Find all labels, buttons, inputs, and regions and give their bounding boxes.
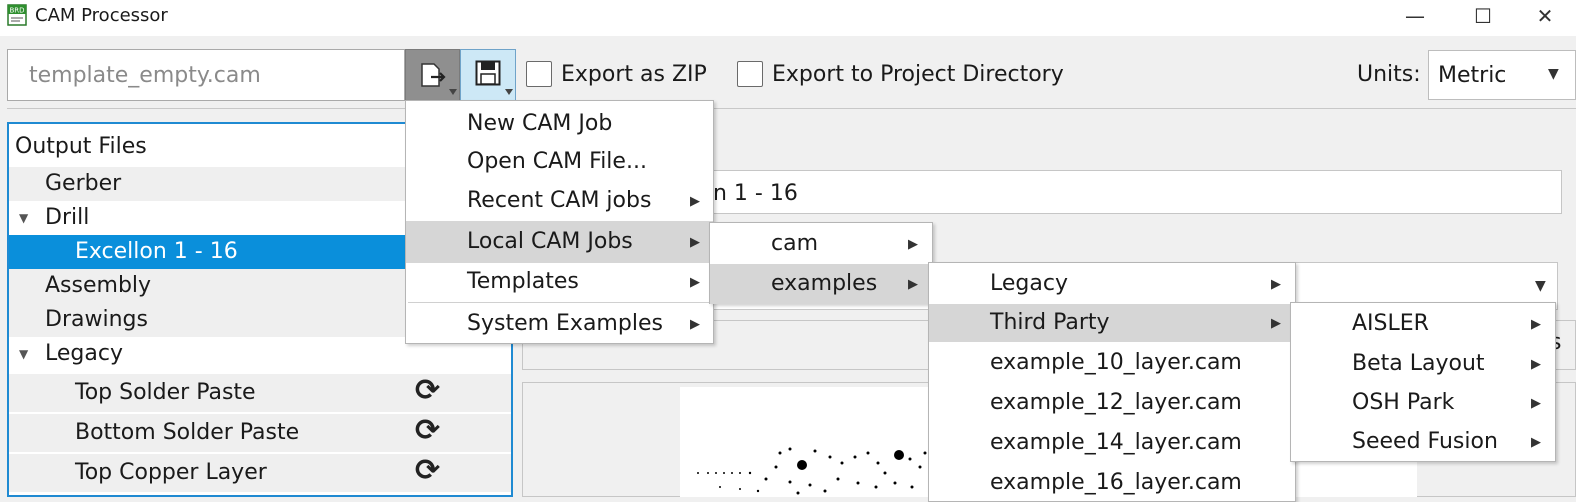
refresh-icon[interactable]: ⟳ <box>415 454 440 488</box>
minimize-button[interactable]: — <box>1390 0 1440 32</box>
refresh-icon[interactable]: ⟳ <box>415 374 440 408</box>
menu-item-templates[interactable]: Templates ▶ <box>406 263 713 301</box>
menu-item-beta-layout[interactable]: Beta Layout ▶ <box>1291 344 1555 384</box>
toolbar-divider <box>7 108 1576 109</box>
export-project-dir-label: Export to Project Directory <box>772 62 1064 87</box>
submenu-arrow-icon: ▶ <box>1271 316 1281 331</box>
menu-item-cam[interactable]: cam ▶ <box>710 224 932 264</box>
menu-item-third-party[interactable]: Third Party ▶ <box>929 304 1295 342</box>
submenu-arrow-icon: ▶ <box>1531 435 1541 450</box>
submenu-arrow-icon: ▶ <box>1271 277 1281 292</box>
submenu-arrow-icon: ▶ <box>690 194 700 209</box>
menu-item-legacy[interactable]: Legacy ▶ <box>929 264 1295 304</box>
app-icon: BRD <box>7 4 29 28</box>
close-window-button[interactable]: ✕ <box>1520 0 1570 32</box>
menu-item-system-examples[interactable]: System Examples ▶ <box>406 304 713 342</box>
menu-item-example-14-layer[interactable]: example_14_layer.cam <box>929 422 1295 462</box>
dropdown-arrow-icon <box>449 89 457 95</box>
submenu-arrow-icon: ▶ <box>908 277 918 292</box>
units-label: Units: <box>1357 62 1421 87</box>
menu-item-new-cam-job[interactable]: New CAM Job <box>406 103 713 143</box>
menu-item-example-12-layer[interactable]: example_12_layer.cam <box>929 382 1295 422</box>
open-file-icon <box>421 63 446 87</box>
submenu-arrow-icon: ▶ <box>690 235 700 250</box>
menu-item-recent-cam-jobs[interactable]: Recent CAM jobs ▶ <box>406 183 713 221</box>
chevron-down-icon: ▼ <box>1535 278 1546 294</box>
expand-arrow-icon[interactable]: ▼ <box>19 337 28 371</box>
name-field-text: n 1 - 16 <box>713 181 798 206</box>
third-party-submenu: AISLER ▶ Beta Layout ▶ OSH Park ▶ Seeed … <box>1290 302 1556 462</box>
menu-item-seeed-fusion[interactable]: Seeed Fusion ▶ <box>1291 422 1555 462</box>
expand-arrow-icon[interactable]: ▼ <box>19 201 28 235</box>
save-floppy-icon <box>475 60 501 86</box>
submenu-arrow-icon: ▶ <box>1531 357 1541 372</box>
maximize-icon: ☐ <box>1474 4 1492 28</box>
submenu-arrow-icon: ▶ <box>690 317 700 332</box>
template-file-input[interactable]: template_empty.cam <box>7 49 405 101</box>
export-zip-label: Export as ZIP <box>561 62 707 87</box>
examples-submenu: Legacy ▶ Third Party ▶ example_10_layer.… <box>928 262 1296 502</box>
submenu-arrow-icon: ▶ <box>1531 396 1541 411</box>
menu-item-open-cam-file[interactable]: Open CAM File... <box>406 143 713 183</box>
refresh-icon[interactable]: ⟳ <box>415 414 440 448</box>
tree-item-bottom-solder-paste[interactable]: Bottom Solder Paste ⟳ <box>9 414 511 452</box>
title-bar: BRD CAM Processor — ☐ ✕ <box>0 0 1576 36</box>
menu-item-example-10-layer[interactable]: example_10_layer.cam <box>929 342 1295 382</box>
tree-item-top-copper-layer[interactable]: Top Copper Layer ⟳ <box>9 454 511 492</box>
menu-separator <box>408 302 711 303</box>
svg-text:BRD: BRD <box>9 7 24 15</box>
submenu-arrow-icon: ▶ <box>690 275 700 290</box>
maximize-button[interactable]: ☐ <box>1458 0 1508 32</box>
tree-item-top-solder-paste[interactable]: Top Solder Paste ⟳ <box>9 374 511 412</box>
load-job-menu: New CAM Job Open CAM File... Recent CAM … <box>405 100 714 344</box>
window-title: CAM Processor <box>35 5 168 26</box>
close-icon: ✕ <box>1536 4 1554 28</box>
load-job-button[interactable] <box>405 49 460 101</box>
submenu-arrow-icon: ▶ <box>1531 317 1541 332</box>
menu-item-osh-park[interactable]: OSH Park ▶ <box>1291 384 1555 422</box>
minimize-icon: — <box>1405 4 1425 28</box>
export-zip-checkbox[interactable] <box>526 61 552 87</box>
chevron-down-icon: ▼ <box>1548 66 1559 82</box>
local-cam-jobs-submenu: cam ▶ examples ▶ <box>709 222 933 304</box>
submenu-arrow-icon: ▶ <box>908 237 918 252</box>
menu-item-examples[interactable]: examples ▶ <box>710 264 932 304</box>
export-project-dir-checkbox[interactable] <box>737 61 763 87</box>
save-job-button[interactable] <box>460 49 516 101</box>
menu-item-example-16-layer[interactable]: example_16_layer.cam <box>929 462 1295 502</box>
menu-item-aisler[interactable]: AISLER ▶ <box>1291 304 1555 344</box>
dropdown-arrow-icon <box>505 89 513 95</box>
menu-item-local-cam-jobs[interactable]: Local CAM Jobs ▶ <box>406 221 713 263</box>
